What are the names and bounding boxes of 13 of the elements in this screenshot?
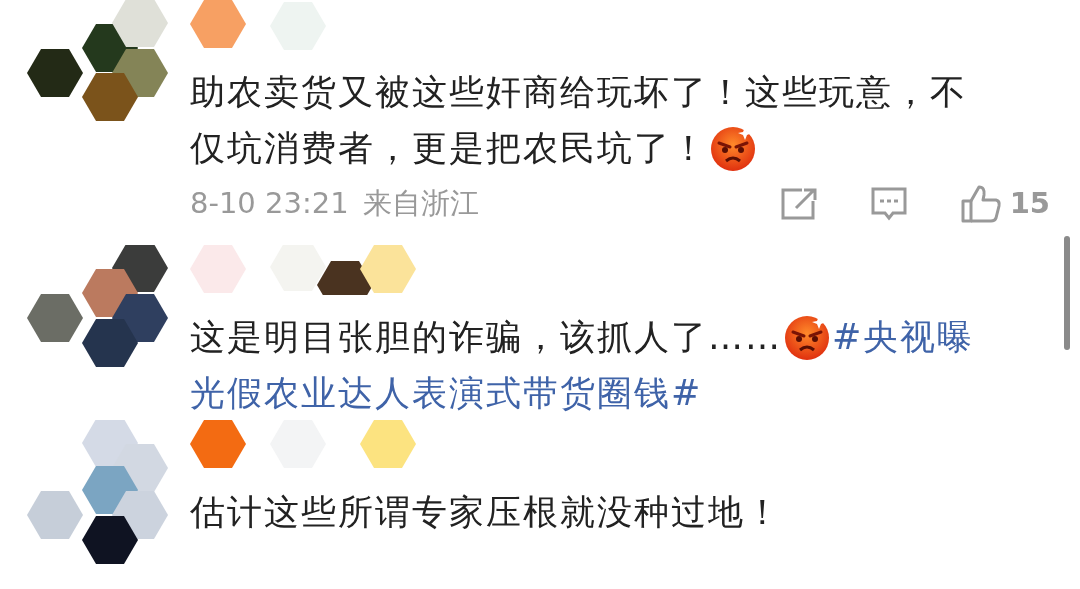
comment-date: 8-10 23:21 xyxy=(190,185,349,222)
comment-location: 来自浙江 xyxy=(362,185,479,222)
share-icon[interactable] xyxy=(779,186,818,221)
comment-text: 助农卖货又被这些奸商给玩坏了！这些玩意，不 xyxy=(190,70,967,114)
comment-text: 估计这些所谓专家压根就没种过地！ xyxy=(190,490,782,534)
comment-text: 仅坑消费者，更是把农民坑了！ xyxy=(190,126,708,170)
like-count: 15 xyxy=(1009,185,1050,222)
hashtag-link[interactable]: 光假农业达人表演式带货圈钱# xyxy=(190,366,703,420)
comment-icon[interactable] xyxy=(869,185,908,222)
hashtag-link[interactable]: #央视曝 xyxy=(832,310,975,364)
scrollbar[interactable] xyxy=(1064,236,1070,350)
thumbs-up-icon[interactable] xyxy=(959,183,1002,224)
comment-text: 这是明目张胆的诈骗，该抓人了…… xyxy=(190,315,782,359)
